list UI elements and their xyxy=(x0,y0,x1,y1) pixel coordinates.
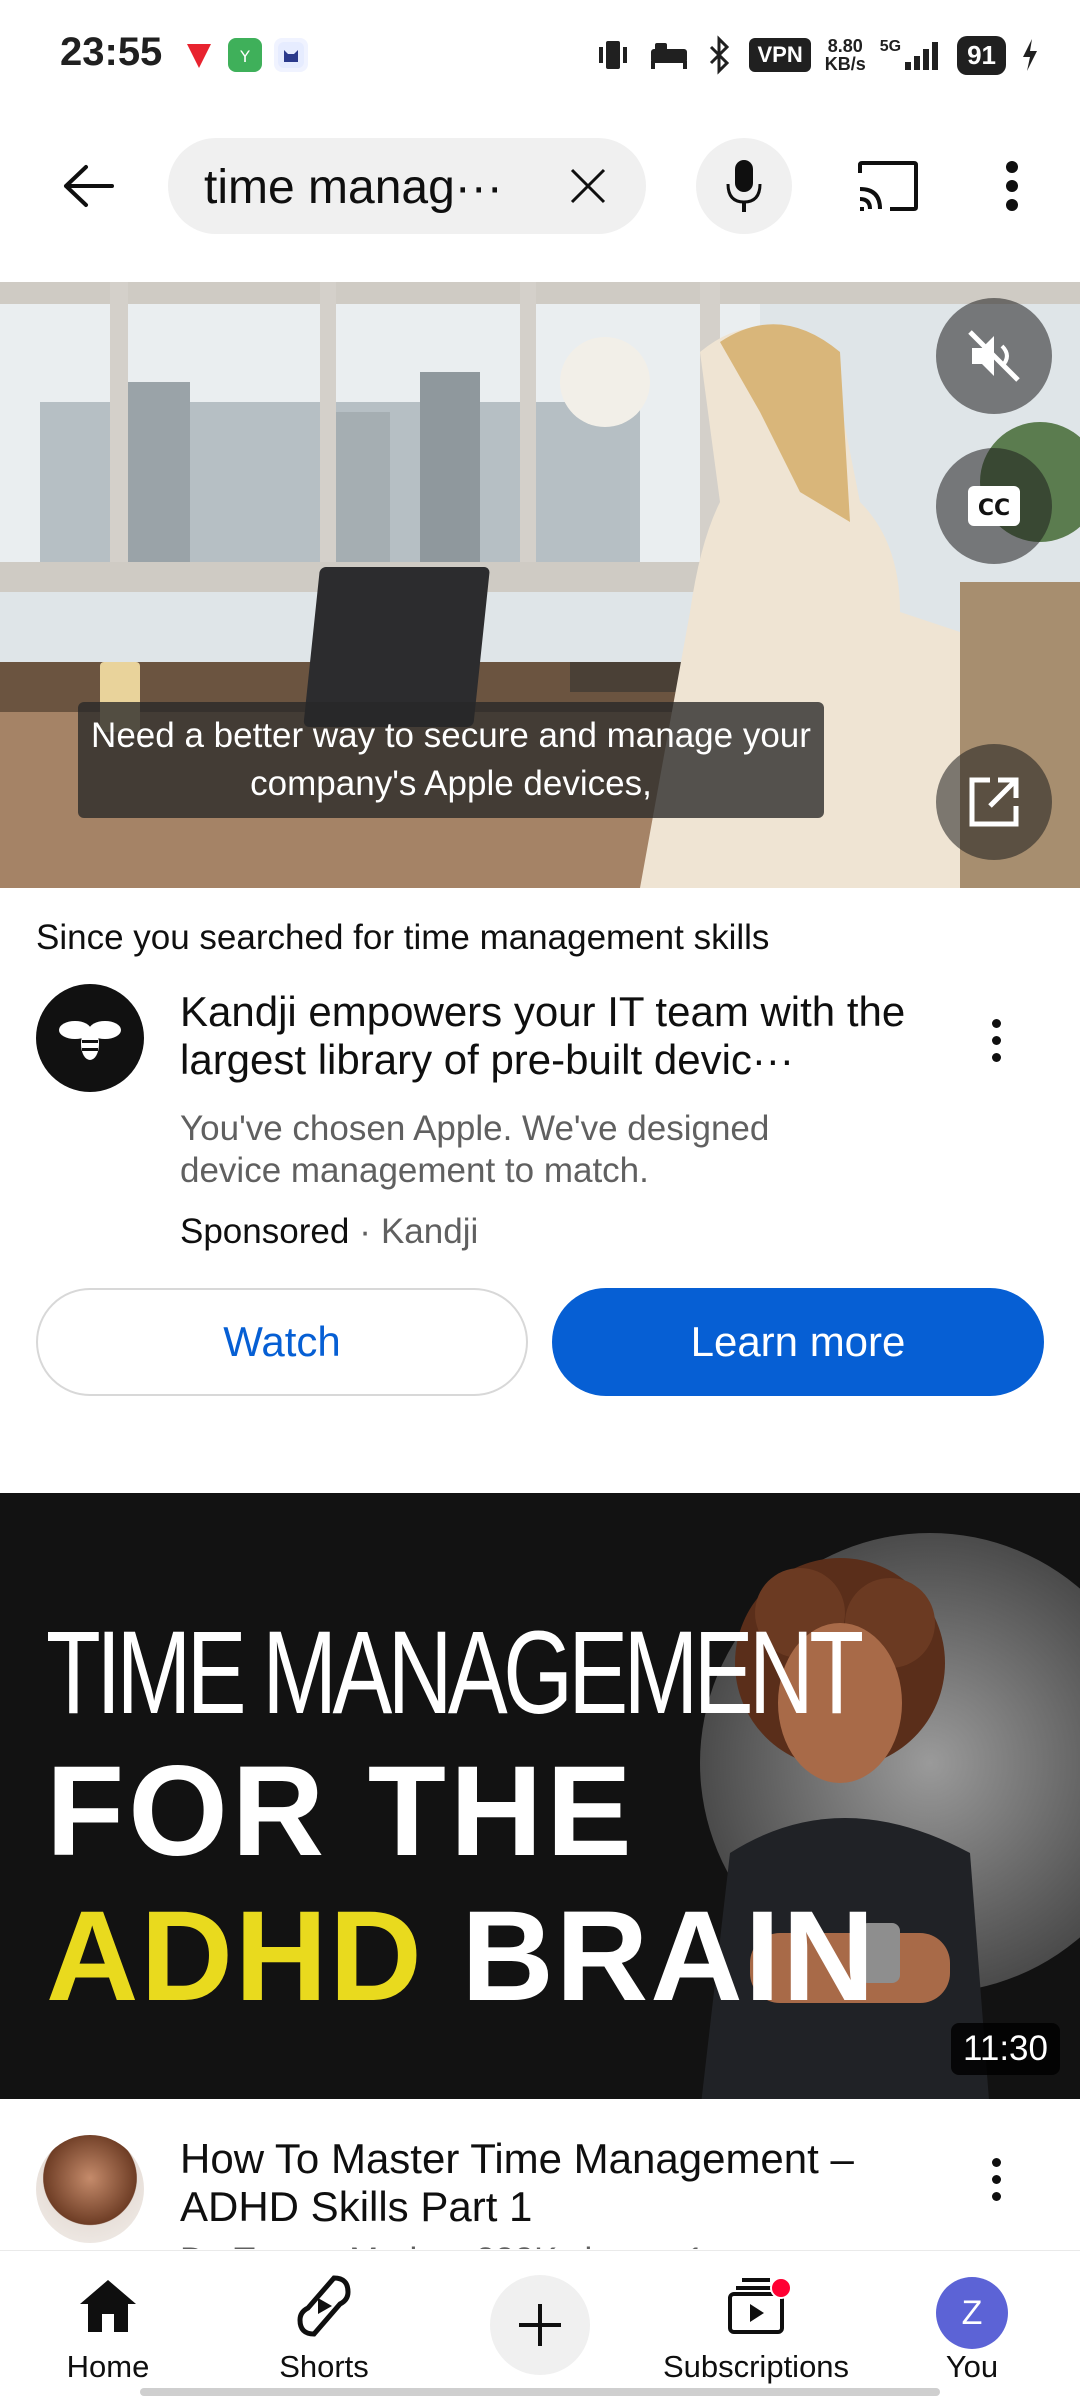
ad-sponsor-line: Sponsored · Kandji xyxy=(180,1212,478,1252)
bee-logo-icon xyxy=(59,1021,121,1060)
nav-home-label: Home xyxy=(66,2349,150,2384)
advertiser-avatar[interactable] xyxy=(36,984,144,1092)
ad-reason-query: time management skills xyxy=(403,918,770,957)
nav-you-label: You xyxy=(945,2349,999,2384)
nav-home[interactable]: Home xyxy=(0,2251,216,2401)
open-external-button[interactable] xyxy=(936,744,1052,860)
more-vert-dot xyxy=(991,1052,1001,1062)
video-menu-button[interactable] xyxy=(966,2139,1026,2219)
notification-app-icon: Y xyxy=(228,38,262,72)
nav-shorts[interactable]: Shorts xyxy=(216,2251,432,2401)
ad-description: You've chosen Apple. We've designed devi… xyxy=(180,1109,770,1190)
more-vert-icon xyxy=(991,2157,1001,2167)
notification-app-icon xyxy=(182,38,216,72)
search-query-text: time manag··· xyxy=(204,161,503,214)
network-speed-value: 8.80 xyxy=(827,36,863,56)
bottom-navigation: Home Shorts Subscriptions Z You xyxy=(0,2250,1080,2400)
video-metadata: Dr. Tracey Marks · 238K views · 1 year a… xyxy=(180,2241,851,2249)
network-speed: 8.80 KB/s xyxy=(825,37,866,73)
thumbnail-highlight-word: ADHD xyxy=(46,1885,424,2028)
bluetooth-icon xyxy=(710,35,730,75)
ad-subtitle: Need a better way to secure and manage y… xyxy=(78,702,824,818)
battery-level: 91 xyxy=(957,35,1006,75)
watch-button[interactable]: Watch xyxy=(36,1288,528,1396)
search-input[interactable]: time manag··· xyxy=(168,138,646,234)
bed-icon xyxy=(651,43,688,69)
nav-you[interactable]: Z You xyxy=(864,2251,1080,2401)
thumbnail-word: BRAIN xyxy=(461,1885,877,2028)
microphone-icon xyxy=(726,160,762,212)
advertiser-name: Kandji xyxy=(380,1212,479,1251)
ad-reason-prefix: Since you searched for xyxy=(36,918,404,957)
more-vert-dot xyxy=(991,1035,1001,1045)
video-thumbnail[interactable]: TIME MANAGEMENT FOR THE ADHD BRAIN 11:30 xyxy=(0,1493,1080,2099)
nav-subscriptions-label: Subscriptions xyxy=(662,2349,850,2384)
more-vert-icon xyxy=(1006,161,1018,211)
cast-button[interactable] xyxy=(840,138,936,234)
back-arrow-icon xyxy=(64,165,114,207)
thumbnail-text-line: ADHD BRAIN xyxy=(46,1883,877,2030)
volume-off-icon xyxy=(968,330,1020,382)
captions-button[interactable]: CC xyxy=(936,448,1052,564)
ad-title[interactable]: Kandji empowers your IT team with the la… xyxy=(180,988,940,1084)
back-button[interactable] xyxy=(40,138,136,234)
charging-icon xyxy=(1023,39,1037,71)
thumbnail-text-line: FOR THE xyxy=(46,1740,636,1883)
more-options-button[interactable] xyxy=(972,138,1052,234)
signal-icon: 5G xyxy=(880,38,943,72)
thumbnail-text-line: TIME MANAGEMENT xyxy=(46,1607,864,1739)
network-speed-unit: KB/s xyxy=(824,54,866,74)
nav-subscriptions[interactable]: Subscriptions xyxy=(648,2251,864,2401)
mute-button[interactable] xyxy=(936,298,1052,414)
ad-menu-button[interactable] xyxy=(966,1000,1026,1080)
user-avatar: Z xyxy=(936,2277,1008,2349)
svg-text:CC: CC xyxy=(978,496,1010,521)
more-vert-dot xyxy=(991,2174,1001,2184)
vpn-badge: VPN xyxy=(749,38,811,72)
search-header: time manag··· xyxy=(0,110,1080,280)
separator: · xyxy=(359,1212,371,1251)
ad-reason: Since you searched for time management s… xyxy=(36,918,769,958)
sponsored-label: Sponsored xyxy=(180,1212,350,1251)
open-in-new-icon xyxy=(969,777,1019,827)
ad-video-player[interactable]: Need a better way to secure and manage y… xyxy=(0,282,1080,888)
svg-text:Y: Y xyxy=(239,47,250,66)
ad-info: Since you searched for time management s… xyxy=(0,888,1080,1408)
learn-more-button[interactable]: Learn more xyxy=(552,1288,1044,1396)
nav-shorts-label: Shorts xyxy=(279,2349,369,2384)
channel-avatar[interactable] xyxy=(36,2135,144,2243)
home-icon xyxy=(73,2271,143,2341)
cast-icon xyxy=(858,161,918,211)
voice-search-button[interactable] xyxy=(696,138,792,234)
video-info: How To Master Time Management – ADHD Ski… xyxy=(0,2099,1080,2249)
network-type: 5G xyxy=(879,38,902,55)
more-vert-dot xyxy=(991,2191,1001,2201)
video-duration-badge: 11:30 xyxy=(951,2023,1060,2075)
close-icon xyxy=(570,168,606,204)
status-time: 23:55 xyxy=(60,30,163,74)
nav-create[interactable] xyxy=(432,2251,648,2401)
status-indicators: VPN 8.80 KB/s 5G 91 xyxy=(593,30,1040,80)
clear-search-button[interactable] xyxy=(558,156,618,216)
closed-captions-icon: CC xyxy=(968,486,1020,526)
gesture-navigation-bar[interactable] xyxy=(140,2388,940,2396)
plus-icon xyxy=(519,2304,561,2346)
shorts-icon xyxy=(289,2271,359,2341)
create-button[interactable] xyxy=(490,2275,590,2375)
status-bar: 23:55 Y VPN 8.80 KB/s 5G 91 xyxy=(0,0,1080,110)
new-content-indicator xyxy=(770,2277,792,2299)
notification-app-icon xyxy=(274,38,308,72)
more-vert-icon xyxy=(991,1018,1001,1028)
vibrate-icon xyxy=(599,41,628,69)
video-title[interactable]: How To Master Time Management – ADHD Ski… xyxy=(180,2135,940,2231)
